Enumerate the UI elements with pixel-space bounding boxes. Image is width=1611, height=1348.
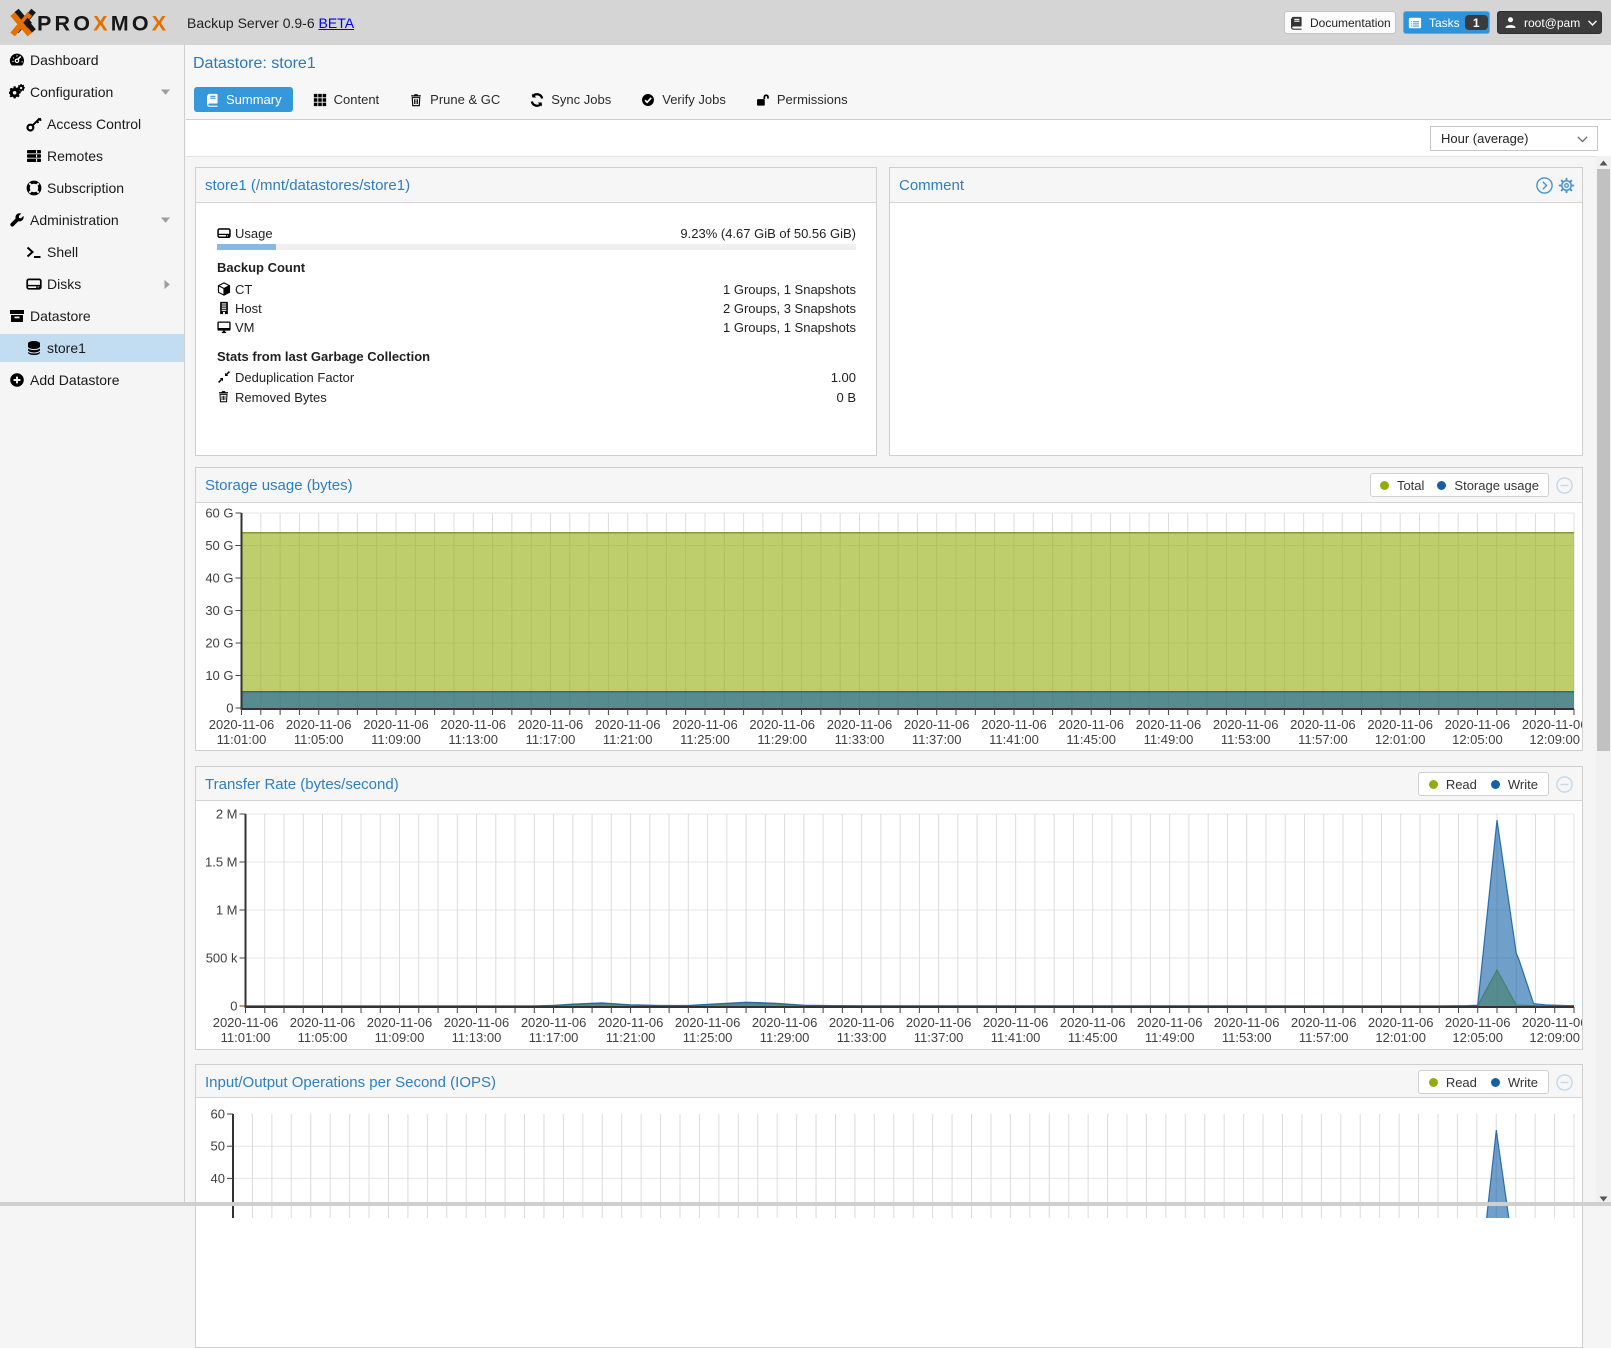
svg-text:11:41:00: 11:41:00 — [989, 732, 1039, 747]
svg-text:2020-11-06: 2020-11-06 — [444, 1015, 510, 1030]
svg-text:11:25:00: 11:25:00 — [680, 732, 730, 747]
svg-text:2020-11-06: 2020-11-06 — [1060, 1015, 1126, 1030]
svg-text:500 k: 500 k — [206, 951, 238, 966]
svg-text:40 G: 40 G — [205, 571, 233, 586]
svg-text:2020-11-06: 2020-11-06 — [1058, 717, 1124, 732]
svg-text:11:49:00: 11:49:00 — [1144, 732, 1194, 747]
svg-text:2020-11-06: 2020-11-06 — [675, 1015, 741, 1030]
svg-text:11:33:00: 11:33:00 — [835, 732, 885, 747]
svg-text:20 G: 20 G — [205, 636, 233, 651]
svg-text:30 G: 30 G — [205, 603, 233, 618]
svg-text:2020-11-06: 2020-11-06 — [672, 717, 738, 732]
svg-text:11:57:00: 11:57:00 — [1298, 732, 1348, 747]
svg-text:12:01:00: 12:01:00 — [1375, 732, 1426, 747]
svg-text:11:57:00: 11:57:00 — [1299, 1030, 1349, 1045]
svg-text:60 G: 60 G — [205, 506, 233, 521]
svg-text:2020-11-06: 2020-11-06 — [290, 1015, 356, 1030]
svg-text:12:01:00: 12:01:00 — [1375, 1030, 1426, 1045]
svg-text:2020-11-06: 2020-11-06 — [1213, 717, 1279, 732]
svg-text:2020-11-06: 2020-11-06 — [209, 717, 275, 732]
svg-text:2 M: 2 M — [216, 807, 238, 822]
svg-text:2020-11-06: 2020-11-06 — [1445, 1015, 1511, 1030]
svg-text:2020-11-06: 2020-11-06 — [749, 717, 815, 732]
svg-text:11:33:00: 11:33:00 — [837, 1030, 887, 1045]
svg-text:11:13:00: 11:13:00 — [452, 1030, 502, 1045]
svg-text:11:13:00: 11:13:00 — [448, 732, 498, 747]
svg-text:2020-11-06: 2020-11-06 — [1136, 717, 1202, 732]
svg-text:11:37:00: 11:37:00 — [914, 1030, 964, 1045]
svg-text:12:05:00: 12:05:00 — [1452, 1030, 1503, 1045]
svg-text:2020-11-06: 2020-11-06 — [367, 1015, 433, 1030]
svg-text:11:01:00: 11:01:00 — [221, 1030, 271, 1045]
svg-text:11:09:00: 11:09:00 — [375, 1030, 425, 1045]
svg-text:11:41:00: 11:41:00 — [991, 1030, 1041, 1045]
svg-text:11:37:00: 11:37:00 — [912, 732, 962, 747]
svg-text:2020-11-06: 2020-11-06 — [983, 1015, 1049, 1030]
svg-text:2020-11-06: 2020-11-06 — [1445, 717, 1511, 732]
svg-text:2020-11-06: 2020-11-06 — [1522, 1015, 1582, 1030]
svg-text:1 M: 1 M — [216, 903, 238, 918]
svg-text:60: 60 — [211, 1107, 225, 1122]
svg-text:11:01:00: 11:01:00 — [217, 732, 267, 747]
svg-text:2020-11-06: 2020-11-06 — [440, 717, 506, 732]
svg-text:11:09:00: 11:09:00 — [371, 732, 421, 747]
svg-text:11:45:00: 11:45:00 — [1066, 732, 1116, 747]
svg-text:2020-11-06: 2020-11-06 — [521, 1015, 587, 1030]
svg-text:0: 0 — [226, 701, 233, 716]
svg-text:11:17:00: 11:17:00 — [529, 1030, 579, 1045]
svg-text:11:17:00: 11:17:00 — [526, 732, 576, 747]
svg-text:40: 40 — [211, 1171, 225, 1186]
svg-text:11:45:00: 11:45:00 — [1068, 1030, 1118, 1045]
svg-text:11:05:00: 11:05:00 — [294, 732, 344, 747]
svg-text:11:21:00: 11:21:00 — [606, 1030, 656, 1045]
svg-text:50 G: 50 G — [205, 538, 233, 553]
svg-text:2020-11-06: 2020-11-06 — [363, 717, 429, 732]
svg-text:11:21:00: 11:21:00 — [603, 732, 653, 747]
svg-text:12:05:00: 12:05:00 — [1452, 732, 1503, 747]
svg-text:2020-11-06: 2020-11-06 — [518, 717, 584, 732]
svg-text:2020-11-06: 2020-11-06 — [1137, 1015, 1203, 1030]
svg-text:2020-11-06: 2020-11-06 — [1290, 717, 1356, 732]
svg-text:11:29:00: 11:29:00 — [760, 1030, 810, 1045]
svg-text:2020-11-06: 2020-11-06 — [286, 717, 352, 732]
svg-text:2020-11-06: 2020-11-06 — [1522, 717, 1582, 732]
svg-text:11:25:00: 11:25:00 — [683, 1030, 733, 1045]
svg-text:PROXMOX: PROXMOX — [37, 12, 169, 36]
svg-text:11:29:00: 11:29:00 — [757, 732, 807, 747]
svg-text:11:05:00: 11:05:00 — [298, 1030, 348, 1045]
svg-text:2020-11-06: 2020-11-06 — [904, 717, 970, 732]
svg-text:11:53:00: 11:53:00 — [1221, 732, 1271, 747]
svg-text:2020-11-06: 2020-11-06 — [752, 1015, 818, 1030]
svg-text:2020-11-06: 2020-11-06 — [829, 1015, 895, 1030]
svg-text:0: 0 — [230, 999, 237, 1014]
svg-text:2020-11-06: 2020-11-06 — [981, 717, 1047, 732]
svg-text:11:49:00: 11:49:00 — [1145, 1030, 1195, 1045]
svg-text:2020-11-06: 2020-11-06 — [595, 717, 661, 732]
svg-text:12:09:00: 12:09:00 — [1529, 1030, 1580, 1045]
svg-text:2020-11-06: 2020-11-06 — [827, 717, 893, 732]
svg-text:12:09:00: 12:09:00 — [1529, 732, 1580, 747]
svg-text:2020-11-06: 2020-11-06 — [1367, 717, 1433, 732]
svg-text:2020-11-06: 2020-11-06 — [213, 1015, 279, 1030]
svg-text:2020-11-06: 2020-11-06 — [1368, 1015, 1434, 1030]
svg-text:2020-11-06: 2020-11-06 — [598, 1015, 664, 1030]
svg-text:2020-11-06: 2020-11-06 — [1291, 1015, 1357, 1030]
svg-text:2020-11-06: 2020-11-06 — [1214, 1015, 1280, 1030]
svg-text:2020-11-06: 2020-11-06 — [906, 1015, 972, 1030]
svg-text:1.5 M: 1.5 M — [205, 855, 238, 870]
svg-text:11:53:00: 11:53:00 — [1222, 1030, 1272, 1045]
svg-text:10 G: 10 G — [205, 668, 233, 683]
svg-text:50: 50 — [211, 1139, 225, 1154]
